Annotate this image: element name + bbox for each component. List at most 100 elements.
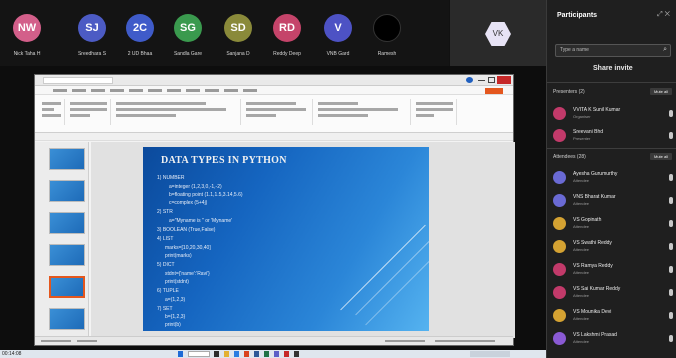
- participant-row[interactable]: VS Ramya Reddy Attendee: [553, 260, 675, 280]
- avatar: SG: [174, 14, 202, 42]
- powerpoint-icon[interactable]: [244, 351, 249, 357]
- start-icon[interactable]: [178, 351, 183, 357]
- participant-row[interactable]: VS Lakshmi Prasad Attendee: [553, 329, 675, 349]
- participant-tile[interactable]: NW Nick Taha H: [4, 14, 50, 66]
- ribbon-group-font[interactable]: [113, 99, 241, 125]
- participant-tile[interactable]: SJ Sreedhara S: [69, 14, 115, 66]
- self-video-tile[interactable]: VK: [449, 0, 546, 66]
- ribbon-group-clipboard[interactable]: [39, 99, 65, 125]
- file-explorer-icon[interactable]: [224, 351, 229, 357]
- participant-role: Attendee: [573, 316, 590, 321]
- avatar: NW: [13, 14, 41, 42]
- participant-tile[interactable]: SG Sandla Gare: [165, 14, 211, 66]
- menu-item[interactable]: [167, 88, 181, 92]
- system-tray[interactable]: [470, 351, 510, 357]
- menu-item[interactable]: [129, 88, 143, 92]
- participant-row[interactable]: VS Swathi Reddy Attendee: [553, 237, 675, 257]
- avatar: 2C: [126, 14, 154, 42]
- microphone-icon: [669, 132, 673, 139]
- minimize-icon[interactable]: [478, 80, 485, 86]
- attendees-section-label[interactable]: Attendees (28): [553, 154, 586, 160]
- current-slide[interactable]: DATA TYPES IN PYTHON 1) NUMBER a=integer…: [143, 147, 429, 331]
- maximize-icon[interactable]: [488, 77, 495, 83]
- slide-thumbnail[interactable]: [49, 244, 85, 266]
- panel-close-icon[interactable]: ⤢ ✕: [657, 11, 670, 19]
- ppt-tab[interactable]: [43, 77, 113, 84]
- microphone-icon: [669, 312, 673, 319]
- participant-name: VNS Bharat Kumar: [573, 194, 616, 200]
- participant-name: VS Sai Kumar Reddy: [573, 286, 621, 292]
- microphone-icon: [669, 220, 673, 227]
- slide-text-line: print(marks): [165, 253, 192, 259]
- participant-row[interactable]: VVITA K Sunil Kumar Organiser: [553, 104, 675, 124]
- participant-row[interactable]: VNS Bharat Kumar Attendee: [553, 191, 675, 211]
- slide-text-line: b={1,2,3}: [165, 314, 186, 320]
- menu-item[interactable]: [53, 88, 67, 92]
- participant-role: Attendee: [573, 293, 590, 298]
- ppt-menu-bar: [35, 86, 513, 95]
- word-icon[interactable]: [254, 351, 259, 357]
- participant-row[interactable]: VS Mounika Devi Attendee: [553, 306, 675, 326]
- participant-tile[interactable]: V VNB Gard: [315, 14, 361, 66]
- microphone-icon: [669, 174, 673, 181]
- participant-name: VS Ramya Reddy: [573, 263, 613, 269]
- participant-role: Attendee: [573, 270, 590, 275]
- participant-tile[interactable]: RD Reddy Deep: [264, 14, 310, 66]
- excel-icon[interactable]: [264, 351, 269, 357]
- ribbon-group-paragraph[interactable]: [243, 99, 313, 125]
- menu-item[interactable]: [205, 88, 219, 92]
- menu-item[interactable]: [91, 88, 105, 92]
- microphone-icon: [669, 335, 673, 342]
- app-icon[interactable]: [284, 351, 289, 357]
- participant-tile[interactable]: SD Sanjana D: [215, 14, 261, 66]
- taskview-icon[interactable]: [214, 351, 219, 357]
- microphone-icon: [669, 110, 673, 117]
- participant-name: Ramesh: [377, 51, 397, 57]
- divider: [547, 82, 676, 83]
- menu-item[interactable]: [224, 88, 238, 92]
- avatar: [553, 217, 566, 230]
- menu-item[interactable]: [72, 88, 86, 92]
- participant-name: VS Swathi Reddy: [573, 240, 612, 246]
- slide-thumbnail[interactable]: [49, 148, 85, 170]
- powerpoint-window: DATA TYPES IN PYTHON 1) NUMBER a=integer…: [34, 74, 515, 346]
- slide-thumbnail[interactable]: [49, 180, 85, 202]
- close-icon[interactable]: [497, 76, 511, 84]
- ribbon-group-drawing[interactable]: [315, 99, 411, 125]
- slide-text-line: b=floating point (1.1,1.5,3.14,5.6): [169, 192, 243, 198]
- mute-all-attendees-button[interactable]: Mute all: [650, 153, 672, 160]
- slide-title: DATA TYPES IN PYTHON: [161, 155, 287, 166]
- edge-icon[interactable]: [234, 351, 239, 357]
- participant-name: 2 UD Bhaa: [127, 51, 153, 57]
- slide-thumbnail-selected[interactable]: [49, 276, 85, 298]
- participant-search-input[interactable]: Type a name ⌕: [555, 44, 671, 57]
- menu-item[interactable]: [186, 88, 200, 92]
- slide-thumbnail[interactable]: [49, 308, 85, 330]
- search-box[interactable]: [188, 351, 210, 357]
- app-icon[interactable]: [294, 351, 299, 357]
- teams-icon[interactable]: [274, 351, 279, 357]
- menu-item[interactable]: [148, 88, 162, 92]
- account-icon[interactable]: [466, 77, 473, 83]
- participant-row[interactable]: Ayesha Gurumurthy Attendee: [553, 168, 675, 188]
- share-invite-button[interactable]: Share invite: [593, 65, 633, 72]
- participant-tile[interactable]: Ramesh: [364, 14, 410, 66]
- slide-text-line: 4) LIST: [157, 236, 174, 242]
- ribbon-group-slides[interactable]: [67, 99, 111, 125]
- search-icon: ⌕: [663, 46, 667, 53]
- participant-role: Attendee: [573, 339, 590, 344]
- participant-row[interactable]: Sreevani Bhd Presenter: [553, 126, 675, 146]
- participant-tile[interactable]: 2C 2 UD Bhaa: [117, 14, 163, 66]
- participant-row[interactable]: VS Gopinath Attendee: [553, 214, 675, 234]
- avatar: RD: [273, 14, 301, 42]
- presenters-section-label[interactable]: Presenters (2): [553, 89, 585, 95]
- ppt-share-button[interactable]: [485, 88, 503, 94]
- ribbon-group-editing[interactable]: [413, 99, 457, 125]
- mute-all-presenters-button[interactable]: Mute all: [650, 88, 672, 95]
- participant-name: VVITA K Sunil Kumar: [573, 107, 621, 113]
- panel-title: Participants: [557, 12, 598, 19]
- menu-item[interactable]: [243, 88, 257, 92]
- slide-thumbnail[interactable]: [49, 212, 85, 234]
- participant-row[interactable]: VS Sai Kumar Reddy Attendee: [553, 283, 675, 303]
- menu-item[interactable]: [110, 88, 124, 92]
